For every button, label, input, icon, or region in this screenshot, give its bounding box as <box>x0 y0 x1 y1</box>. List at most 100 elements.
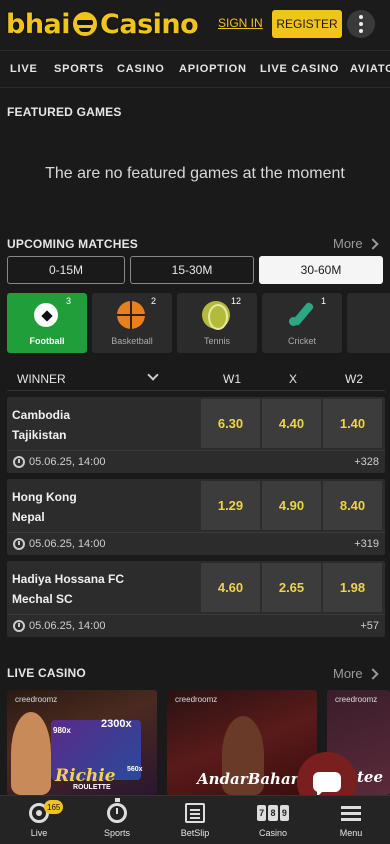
nav-item-casino[interactable]: CASINO <box>117 63 165 75</box>
odd-w2[interactable]: 1.40 <box>323 399 382 448</box>
register-button[interactable]: REGISTER <box>272 10 342 38</box>
sport-label: Basketball <box>111 336 153 346</box>
brand-logo[interactable]: bhai Casino <box>6 6 199 42</box>
game-title: AndarBahar <box>197 770 299 788</box>
odd-w1[interactable]: 6.30 <box>201 399 260 448</box>
bottom-nav-live[interactable]: 165 Live <box>0 796 78 844</box>
bottom-nav-label: Live <box>30 828 48 838</box>
game-title: Richie <box>55 766 116 786</box>
basketball-icon <box>117 301 145 329</box>
bottom-nav-betslip[interactable]: BetSlip <box>156 796 234 844</box>
slot-machine-icon: 7 8 9 <box>257 805 289 821</box>
odd-x[interactable]: 4.90 <box>262 481 321 530</box>
sport-count: 3 <box>65 296 71 306</box>
main-nav: LIVE SPORTS CASINO APIOPTION LIVE CASINO… <box>0 50 390 88</box>
bottom-nav-label: BetSlip <box>180 828 210 838</box>
more-markets[interactable]: +57 <box>360 620 379 632</box>
nav-item-apioption[interactable]: APIOPTION <box>179 63 247 75</box>
sport-label: Football <box>29 336 65 346</box>
tab-15-30m[interactable]: 15-30M <box>130 256 254 284</box>
odd-x[interactable]: 2.65 <box>262 563 321 612</box>
tab-0-15m[interactable]: 0-15M <box>7 256 125 284</box>
more-options-icon[interactable] <box>347 10 375 38</box>
casino-game-card[interactable]: creedroomz AndarBahar <box>167 690 317 795</box>
logo-mascot-icon <box>71 10 100 38</box>
provider-brand: creedroomz <box>175 695 218 704</box>
nav-item-live[interactable]: LIVE <box>10 63 38 75</box>
tennis-icon <box>202 301 230 330</box>
live-count-badge: 165 <box>44 800 64 814</box>
sport-football[interactable]: 3 Football <box>7 293 87 353</box>
team-away: Tajikistan <box>12 428 67 442</box>
more-markets[interactable]: +328 <box>354 456 379 468</box>
more-label: More <box>333 236 363 251</box>
sport-basketball[interactable]: 2 Basketball <box>92 293 172 353</box>
logo-text-left: bhai <box>6 8 71 40</box>
odd-x[interactable]: 4.40 <box>262 399 321 448</box>
upcoming-more-link[interactable]: More <box>333 236 379 251</box>
dealer-image <box>11 712 51 795</box>
more-label: More <box>333 666 363 681</box>
team-away: Mechal SC <box>12 592 73 606</box>
match-row[interactable]: Hong Kong Nepal 1.29 4.90 8.40 05.06.25,… <box>7 479 385 555</box>
hamburger-menu-icon <box>341 803 361 823</box>
provider-brand: creedroomz <box>335 695 378 704</box>
bottom-nav-sports[interactable]: Sports <box>78 796 156 844</box>
nav-item-live-casino[interactable]: LIVE CASINO <box>260 63 339 75</box>
provider-brand: creedroomz <box>15 695 58 704</box>
slot-digit: 8 <box>268 805 278 821</box>
match-row[interactable]: Cambodia Tajikistan 6.30 4.40 1.40 05.06… <box>7 397 385 473</box>
chevron-right-icon <box>366 667 379 680</box>
match-row[interactable]: Hadiya Hossana FC Mechal SC 4.60 2.65 1.… <box>7 561 385 637</box>
match-footer: 05.06.25, 14:00 +319 <box>7 532 385 555</box>
sport-count: 1 <box>320 296 326 306</box>
game-subtitle: ROULETTE <box>73 784 111 791</box>
odd-w1[interactable]: 1.29 <box>201 481 260 530</box>
odd-w2[interactable]: 1.98 <box>323 563 382 612</box>
column-w2: W2 <box>345 372 363 386</box>
match-footer: 05.06.25, 14:00 +57 <box>7 614 385 637</box>
odd-w2[interactable]: 8.40 <box>323 481 382 530</box>
column-w1: W1 <box>223 372 241 386</box>
bottom-nav-label: Casino <box>258 828 287 838</box>
match-date: 05.06.25, 14:00 <box>29 620 106 632</box>
nav-item-aviator[interactable]: AVIATOR <box>350 63 390 75</box>
live-casino-more-link[interactable]: More <box>333 666 379 681</box>
match-date: 05.06.25, 14:00 <box>29 456 106 468</box>
slot-digit: 9 <box>279 805 289 821</box>
team-away: Nepal <box>12 510 45 524</box>
chevron-right-icon <box>366 237 379 250</box>
top-header: bhai Casino SIGN IN REGISTER <box>0 0 390 50</box>
featured-games-title: FEATURED GAMES <box>7 105 122 119</box>
chevron-down-icon[interactable] <box>147 369 159 381</box>
football-icon <box>32 301 60 329</box>
featured-empty-message: The are no featured games at the moment <box>45 165 345 182</box>
nav-item-sports[interactable]: SPORTS <box>54 63 104 75</box>
multiplier-chip: 980x <box>53 726 71 735</box>
multiplier-chip: 2300x <box>101 718 132 730</box>
betslip-icon <box>185 803 205 823</box>
column-x: X <box>288 372 297 386</box>
casino-game-card[interactable]: creedroomz 2300x 980x 560x Richie ROULET… <box>7 690 157 795</box>
clock-icon <box>13 456 25 468</box>
tab-30-60m[interactable]: 30-60M <box>259 256 383 284</box>
bottom-nav-menu[interactable]: Menu <box>312 796 390 844</box>
sport-count: 2 <box>150 296 156 306</box>
sign-in-link[interactable]: SIGN IN <box>218 16 263 30</box>
team-home: Hadiya Hossana FC <box>12 572 125 586</box>
sport-tennis[interactable]: 12 Tennis <box>177 293 257 353</box>
clock-icon <box>13 538 25 550</box>
bottom-nav-label: Menu <box>339 828 363 838</box>
market-select-label[interactable]: WINNER <box>17 372 66 386</box>
sport-next-partial[interactable] <box>347 293 390 353</box>
more-markets[interactable]: +319 <box>354 538 379 550</box>
cricket-icon <box>287 301 315 329</box>
bottom-nav-label: Sports <box>103 828 130 838</box>
bottom-nav-casino[interactable]: 7 8 9 Casino <box>234 796 312 844</box>
multiplier-chip: 560x <box>127 766 143 773</box>
sport-cricket[interactable]: 1 Cricket <box>262 293 342 353</box>
logo-text-right: Casino <box>100 8 199 40</box>
odd-w1[interactable]: 4.60 <box>201 563 260 612</box>
chat-icon <box>313 772 341 797</box>
slot-digit: 7 <box>257 805 267 821</box>
